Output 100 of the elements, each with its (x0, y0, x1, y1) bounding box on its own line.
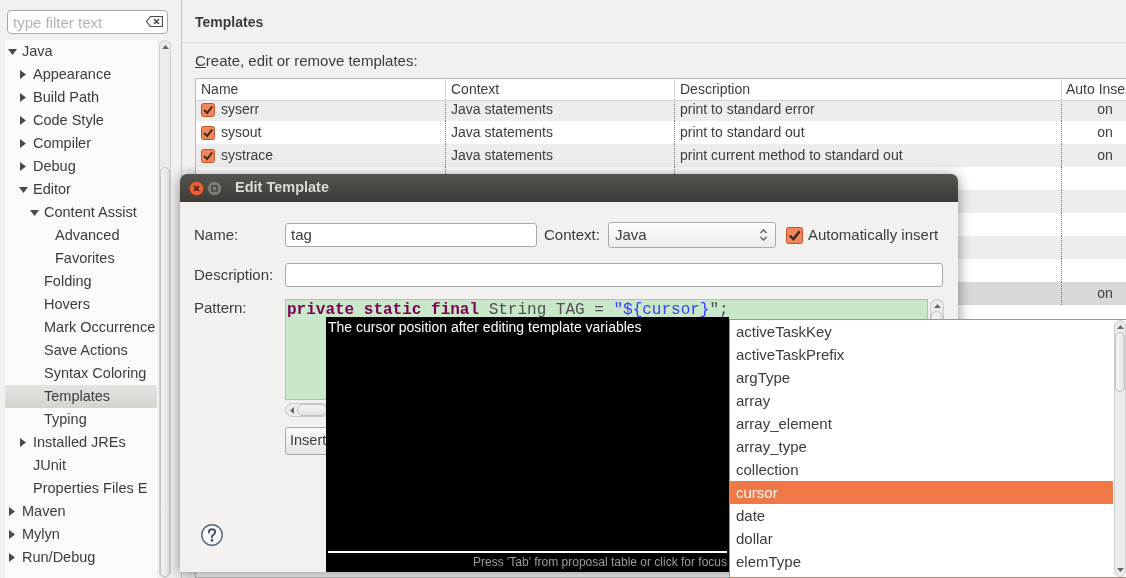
tree-item[interactable]: Folding (5, 270, 157, 293)
column-header[interactable]: Name (196, 79, 446, 100)
up-arrow-icon[interactable] (1116, 325, 1124, 329)
tree-item[interactable]: Hovers (5, 293, 157, 316)
field-label: Pattern: (194, 299, 248, 317)
tree-item[interactable]: Syntax Coloring (5, 362, 157, 385)
list-item[interactable]: array_type (730, 435, 1113, 458)
tree-item[interactable]: Editor (5, 178, 157, 201)
list-item[interactable]: dollar (730, 527, 1113, 550)
tree-item[interactable]: Java (5, 40, 157, 63)
list-item[interactable]: elemType (730, 550, 1113, 573)
triangle-icon[interactable] (7, 48, 17, 55)
triangle-icon[interactable] (20, 70, 26, 79)
tree-item[interactable]: Save Actions (5, 339, 157, 362)
table-cell-text: systrace (221, 146, 274, 165)
column-header[interactable]: Description (675, 79, 1062, 100)
scroll-thumb[interactable] (297, 404, 327, 416)
tree-item[interactable]: Appearance (5, 63, 157, 86)
tree-item[interactable]: JUnit (5, 454, 157, 477)
tree-item[interactable]: Typing (5, 408, 157, 431)
context-dropdown[interactable]: Java (608, 222, 776, 248)
dialog-title: Edit Template (235, 178, 329, 198)
insert-button[interactable]: Insert (285, 427, 329, 455)
scrollbar[interactable] (285, 403, 329, 417)
tree-item[interactable]: Mark Occurrence (5, 316, 157, 339)
table-row[interactable]: syserr Java statements print to standard error on (196, 101, 1126, 121)
left-arrow-icon[interactable] (290, 406, 294, 414)
description-field[interactable] (285, 263, 943, 287)
table-cell-text: on (1097, 101, 1113, 119)
tree-item[interactable]: Debug (5, 155, 157, 178)
down-arrow-icon[interactable] (1116, 568, 1124, 572)
scrollbar[interactable] (930, 299, 944, 320)
column-header[interactable]: Context (446, 79, 675, 100)
minimize-icon[interactable] (207, 180, 222, 196)
name-field[interactable]: tag (285, 223, 537, 247)
checkbox-label[interactable]: Automatically insert (808, 223, 939, 247)
tree-item[interactable]: Templates (5, 385, 157, 408)
filter-field[interactable]: type filter text (7, 10, 168, 34)
table-cell-text: print to standard error (680, 101, 815, 119)
triangle-icon[interactable] (9, 553, 15, 562)
tree-item[interactable]: Mylyn (5, 523, 157, 546)
list-item[interactable]: activeTaskKey (730, 320, 1113, 343)
list-item[interactable]: date (730, 504, 1113, 527)
up-arrow-icon[interactable] (161, 45, 169, 49)
tree-item[interactable]: Compiler (5, 132, 157, 155)
updown-arrows-icon[interactable] (760, 229, 767, 241)
table-row[interactable]: systrace Java statements print current method to standard out on (196, 144, 1126, 167)
triangle-icon[interactable] (9, 507, 15, 516)
tree-item[interactable]: Code Style (5, 109, 157, 132)
scroll-thumb[interactable] (1115, 332, 1125, 392)
hint-text: Press 'Tab' from proposal table or click for focus (473, 555, 727, 569)
triangle-icon[interactable] (18, 186, 28, 193)
table-cell-text: on (1097, 284, 1113, 303)
list-item[interactable]: activeTaskPrefix (730, 343, 1113, 366)
triangle-icon[interactable] (29, 209, 39, 216)
list-item[interactable]: array_element (730, 412, 1113, 435)
triangle-icon[interactable] (20, 162, 26, 171)
tree-item[interactable]: Advanced (5, 224, 157, 247)
checkbox[interactable] (786, 226, 803, 244)
column-header[interactable]: Auto Inse (1062, 79, 1126, 100)
tree-item[interactable]: Content Assist (5, 201, 157, 224)
instruction-text: Create, edit or remove templates: (195, 51, 418, 71)
triangle-icon[interactable] (20, 93, 26, 102)
table-cell-text: Java statements (451, 146, 553, 165)
table-cell-text: print current method to standard out (680, 146, 903, 165)
table-cell-text: Java statements (451, 101, 553, 119)
triangle-icon[interactable] (9, 530, 15, 539)
scroll-thumb[interactable] (160, 167, 170, 577)
tree-item[interactable]: Installed JREs (5, 431, 157, 454)
scrollbar[interactable] (1114, 320, 1126, 577)
info-text: The cursor position after editing template variables (328, 319, 642, 335)
table-cell-text: syserr (221, 101, 260, 119)
scrollbar[interactable] (159, 40, 171, 578)
clear-icon[interactable] (146, 16, 163, 27)
field-label: Context: (544, 224, 601, 245)
field-label: Name: (194, 226, 240, 244)
list-item[interactable]: array (730, 389, 1113, 412)
checkbox[interactable] (201, 148, 215, 163)
triangle-icon[interactable] (20, 438, 26, 447)
close-icon[interactable] (189, 180, 204, 196)
tree-item[interactable]: Properties Files E (5, 477, 157, 500)
checkbox[interactable] (201, 102, 215, 117)
tree-item[interactable]: Maven (5, 500, 157, 523)
help-icon[interactable] (201, 524, 223, 546)
triangle-icon[interactable] (20, 139, 26, 148)
table-cell-text: Java statements (451, 123, 553, 142)
list-item[interactable]: argType (730, 366, 1113, 389)
list-item[interactable]: collection (730, 458, 1113, 481)
checkbox[interactable] (201, 125, 215, 140)
up-arrow-icon[interactable] (933, 304, 941, 308)
field-label: Description: (194, 266, 275, 284)
page-title: Templates (195, 14, 264, 30)
table-cell-text: on (1097, 123, 1113, 142)
triangle-icon[interactable] (20, 116, 26, 125)
tree-item[interactable]: Favorites (5, 247, 157, 270)
tree-item[interactable]: Run/Debug (5, 546, 157, 569)
table-cell-text: sysout (221, 123, 262, 142)
table-cell-text: print to standard out (680, 123, 805, 142)
tree-item[interactable]: Build Path (5, 86, 157, 109)
table-cell-text: on (1097, 146, 1113, 165)
